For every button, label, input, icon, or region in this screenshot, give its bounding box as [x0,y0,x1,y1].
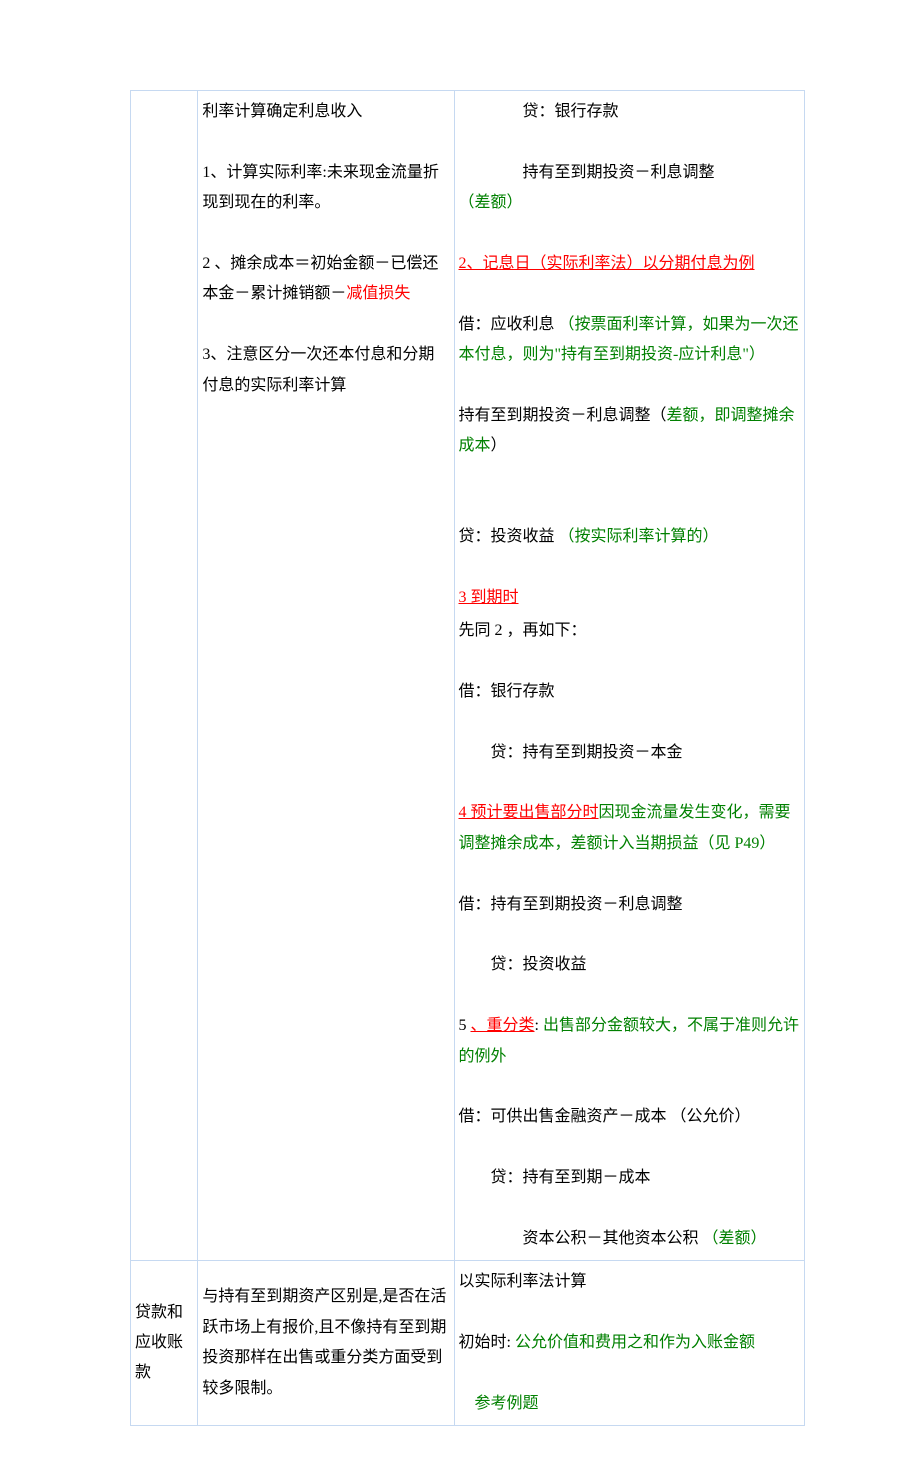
text: 贷：持有至到期投资－本金 [459,738,801,768]
main-table: 利率计算确定利息收入 1、计算实际利率:未来现金流量折现到现在的利率。 2 、摊… [130,90,805,1426]
table-row: 利率计算确定利息收入 1、计算实际利率:未来现金流量折现到现在的利率。 2 、摊… [131,91,805,1261]
cell-r1-c2: 利率计算确定利息收入 1、计算实际利率:未来现金流量折现到现在的利率。 2 、摊… [198,91,454,1261]
text: 先同 2 ，再如下： [459,616,801,646]
text: 借：银行存款 [459,677,801,707]
heading-step-4: 4 预计要出售部分时因现金流量发生变化，需要调整摊余成本，差额计入当期损益（见 … [459,798,801,859]
table-row: 贷款和应收账款 与持有至到期资产区别是,是否在活跃市场上有报价,且不像持有至到期… [131,1261,805,1426]
text: 参考例题 [459,1389,801,1419]
cell-r2-c3: 以实际利率法计算 初始时: 公允价值和费用之和作为入账金额 参考例题 [454,1261,805,1426]
text: 贷：投资收益 （按实际利率计算的） [459,522,801,552]
text: 资本公积－其他资本公积 （差额） [459,1224,801,1254]
cell-r1-c3: 贷：银行存款 持有至到期投资－利息调整 （差额） 2、记息日（实际利率法）以分期… [454,91,805,1261]
text: 持有至到期投资－利息调整（差额，即调整摊余成本） [459,401,801,462]
text: 3、注意区分一次还本付息和分期付息的实际利率计算 [202,340,449,401]
heading-step-5: 5 、重分类: 出售部分金额较大，不属于准则允许的例外 [459,1011,801,1072]
text: 贷：银行存款 [459,97,801,127]
cell-r2-c2: 与持有至到期资产区别是,是否在活跃市场上有报价,且不像持有至到期投资那样在出售或… [198,1261,454,1426]
text: 以实际利率法计算 [459,1267,801,1297]
text: 借：可供出售金融资产－成本 （公允价） [459,1102,801,1132]
heading-step-2: 2、记息日（实际利率法）以分期付息为例 [459,249,801,279]
text: 贷：投资收益 [459,950,801,980]
spacer [459,462,801,492]
cell-r1-c1 [131,91,198,1261]
text: 2 、摊余成本＝初始金额－已偿还本金－累计摊销额－减值损失 [202,249,449,310]
heading-step-3: 3 到期时 [459,583,801,613]
text: 借：应收利息 （按票面利率计算，如果为一次还本付息，则为"持有至到期投资-应计利… [459,310,801,371]
cell-r2-c1: 贷款和应收账款 [131,1261,198,1426]
text: （差额） [459,188,801,218]
text: 初始时: 公允价值和费用之和作为入账金额 [459,1328,801,1358]
text: 借：持有至到期投资－利息调整 [459,890,801,920]
text: 贷：持有至到期－成本 [459,1163,801,1193]
text: 1、计算实际利率:未来现金流量折现到现在的利率。 [202,158,449,219]
text: 持有至到期投资－利息调整 [459,158,801,188]
text: 利率计算确定利息收入 [202,97,449,127]
